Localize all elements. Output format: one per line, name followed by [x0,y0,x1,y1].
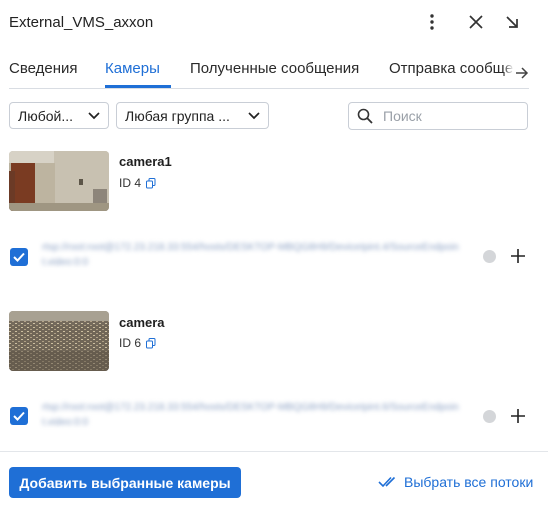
tab-received-messages[interactable]: Полученные сообщения [190,60,359,77]
camera-id: ID 6 [119,336,142,350]
stream-status-dot [483,250,496,263]
select-all-streams-button[interactable]: Выбрать все потоки [378,474,533,490]
tabs-scroll-right-icon[interactable] [503,60,529,85]
add-stream-icon[interactable] [509,247,527,265]
search-box[interactable] [348,102,528,130]
checkmark-icon [13,411,25,421]
camera-thumbnail[interactable] [9,311,109,371]
select-all-streams-label: Выбрать все потоки [404,474,534,490]
stream-checkbox[interactable] [10,407,28,425]
double-check-icon [378,476,396,488]
tab-info[interactable]: Сведения [9,60,78,77]
camera-name: camera [119,315,165,330]
window-title: External_VMS_axxon [9,14,154,31]
copy-icon[interactable] [146,337,156,349]
camera-id: ID 4 [119,176,142,190]
add-stream-icon[interactable] [509,407,527,425]
group-filter-select[interactable]: Любая группа ... [116,102,269,129]
camera-thumbnail[interactable] [9,151,109,211]
camera-id-row: ID 4 [119,176,156,190]
camera-id-row: ID 6 [119,336,156,350]
stream-status-dot [483,410,496,423]
type-filter-select[interactable]: Любой... [9,102,109,129]
more-options-icon[interactable] [420,10,444,34]
chevron-down-icon [88,111,100,119]
type-filter-value: Любой... [18,107,73,124]
active-tab-indicator [105,85,171,88]
add-selected-cameras-button[interactable]: Добавить выбранные камеры [9,467,241,498]
camera-name: camera1 [119,154,172,169]
search-input[interactable] [381,107,515,125]
search-icon [357,108,373,124]
stream-url: rtsp://root:root@172.23.218.33:554/hosts… [42,402,459,428]
stream-url: rtsp://root:root@172.23.218.33:554/hosts… [42,242,459,268]
group-filter-value: Любая группа ... [125,107,230,124]
tab-cameras[interactable]: Камеры [105,60,160,77]
footer-divider [0,451,548,452]
collapse-arrow-icon[interactable] [500,10,524,34]
chevron-down-icon [248,111,260,119]
checkmark-icon [13,252,25,262]
close-icon[interactable] [464,10,488,34]
stream-checkbox[interactable] [10,248,28,266]
tab-bar: Сведения Камеры Полученные сообщения Отп… [9,60,529,89]
copy-icon[interactable] [146,177,156,189]
